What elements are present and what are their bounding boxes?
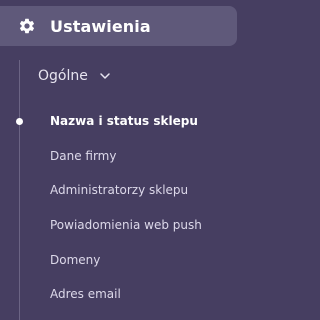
menu-item-domains[interactable]: Domeny — [50, 251, 100, 269]
menu-item-company-data[interactable]: Dane firmy — [50, 147, 116, 165]
settings-section-label: Ustawienia — [50, 16, 151, 36]
active-item-dot — [16, 118, 23, 125]
chevron-down-icon — [99, 70, 111, 82]
general-group-label: Ogólne — [38, 68, 88, 84]
tree-connector-line — [19, 60, 20, 320]
menu-item-web-push-notifications[interactable]: Powiadomienia web push — [50, 216, 202, 234]
settings-section-header[interactable]: Ustawienia — [0, 6, 237, 46]
menu-item-shop-name-status[interactable]: Nazwa i status sklepu — [50, 112, 198, 130]
menu-item-email-address[interactable]: Adres email — [50, 285, 121, 303]
menu-item-shop-administrators[interactable]: Administratorzy sklepu — [50, 181, 188, 199]
gear-icon — [18, 17, 36, 35]
general-group-toggle[interactable]: Ogólne — [38, 66, 111, 86]
